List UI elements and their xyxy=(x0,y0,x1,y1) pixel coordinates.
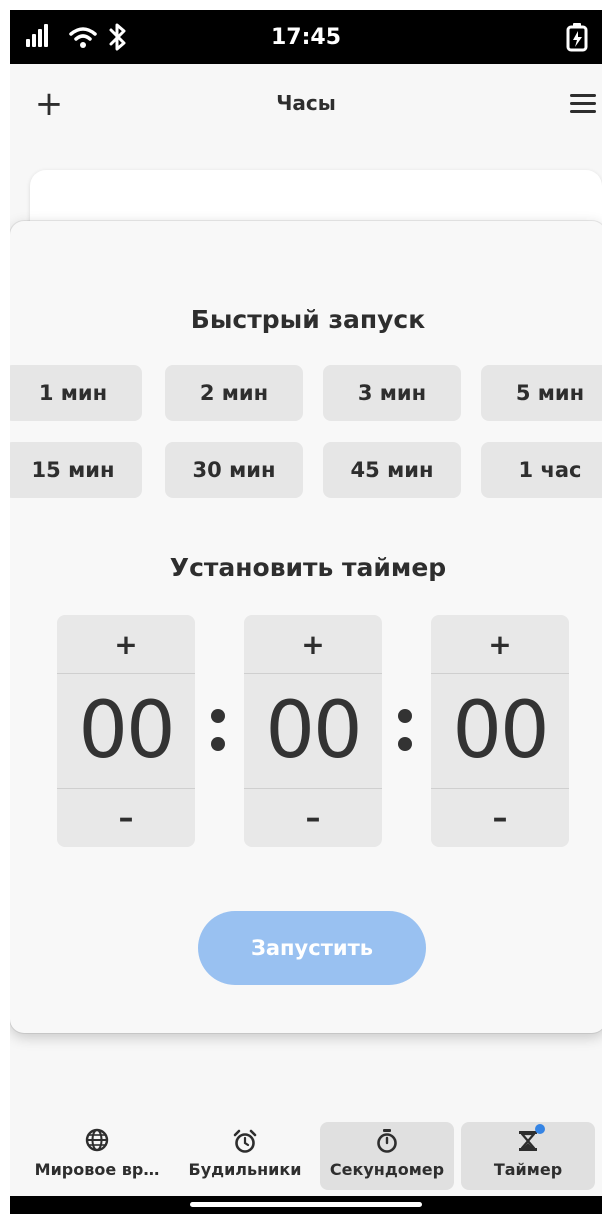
clocks-app: + Часы Быстрый запуск 1 мин 2 мин 3 мин … xyxy=(10,64,602,1196)
set-timer-title: Установить таймер xyxy=(169,553,447,582)
header-bar: + Часы xyxy=(10,64,602,144)
quick-5-min-button[interactable]: 5 мин xyxy=(481,365,602,421)
bottom-tab-bar: Мировое вр… Будильники Секундомер Таймер xyxy=(10,1116,602,1192)
stopwatch-icon xyxy=(377,1129,397,1153)
hours-spinner: + 00 – xyxy=(57,615,195,847)
seconds-decrement-button[interactable]: – xyxy=(431,789,569,847)
quick-15-min-button[interactable]: 15 мин xyxy=(10,442,142,498)
time-separator xyxy=(208,697,228,757)
tab-timer[interactable]: Таймер xyxy=(461,1122,595,1190)
status-bar: 17:45 xyxy=(10,10,602,64)
status-time: 17:45 xyxy=(270,25,342,50)
add-button[interactable]: + xyxy=(34,86,64,122)
tab-alarms[interactable]: Будильники xyxy=(178,1122,312,1190)
menu-button[interactable] xyxy=(570,94,596,114)
hours-decrement-button[interactable]: – xyxy=(57,789,195,847)
time-separator xyxy=(395,697,415,757)
alarm-clock-icon xyxy=(233,1129,257,1153)
quick-2-min-button[interactable]: 2 мин xyxy=(165,365,303,421)
quick-1-min-button[interactable]: 1 мин xyxy=(10,365,142,421)
tab-label: Мировое вр… xyxy=(34,1160,160,1179)
home-indicator[interactable] xyxy=(190,1202,422,1207)
tab-stopwatch[interactable]: Секундомер xyxy=(320,1122,454,1190)
app-title: Часы xyxy=(276,91,336,115)
system-navigation-bar xyxy=(10,1196,602,1214)
seconds-increment-button[interactable]: + xyxy=(431,615,569,673)
tab-label: Таймер xyxy=(493,1160,563,1179)
quick-30-min-button[interactable]: 30 мин xyxy=(165,442,303,498)
seconds-value[interactable]: 00 xyxy=(431,673,569,789)
notification-dot xyxy=(535,1124,545,1134)
quick-start-title: Быстрый запуск xyxy=(190,305,426,334)
quick-45-min-button[interactable]: 45 мин xyxy=(323,442,461,498)
battery-charging-icon xyxy=(566,23,588,52)
hours-increment-button[interactable]: + xyxy=(57,615,195,673)
tab-label: Будильники xyxy=(188,1160,302,1179)
quick-3-min-button[interactable]: 3 мин xyxy=(323,365,461,421)
tab-world-clock[interactable]: Мировое вр… xyxy=(30,1122,164,1190)
minutes-spinner: + 00 – xyxy=(244,615,382,847)
seconds-spinner: + 00 – xyxy=(431,615,569,847)
minutes-decrement-button[interactable]: – xyxy=(244,789,382,847)
new-timer-sheet: Быстрый запуск 1 мин 2 мин 3 мин 5 мин 1… xyxy=(10,221,602,1033)
quick-1-hour-button[interactable]: 1 час xyxy=(481,442,602,498)
hours-value[interactable]: 00 xyxy=(57,673,195,789)
minutes-increment-button[interactable]: + xyxy=(244,615,382,673)
minutes-value[interactable]: 00 xyxy=(244,673,382,789)
start-button[interactable]: Запустить xyxy=(198,911,426,985)
tab-label: Секундомер xyxy=(329,1160,445,1179)
globe-icon xyxy=(85,1128,109,1152)
